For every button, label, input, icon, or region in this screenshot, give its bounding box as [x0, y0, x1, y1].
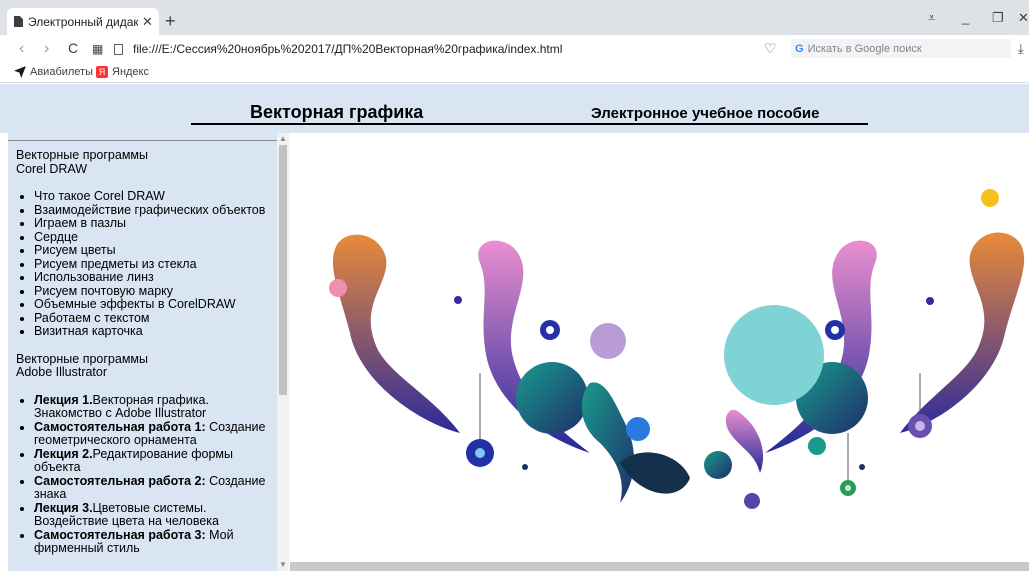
corel-lesson-link[interactable]: Визитная карточка [34, 324, 278, 339]
right-orange-swirl [900, 232, 1025, 433]
left-orange-swirl [332, 234, 460, 433]
forward-button[interactable]: › [44, 40, 49, 58]
plane-icon [14, 66, 26, 78]
pink-dot [329, 279, 347, 297]
green-ring-core [845, 485, 851, 491]
corel-lesson-link[interactable]: Работаем с текстом [34, 311, 278, 326]
page-icon [114, 43, 123, 55]
tiny-dot-1 [454, 296, 462, 304]
download-icon[interactable]: ⤓ [1018, 41, 1024, 57]
corel-lesson-link[interactable]: Рисуем предметы из стекла [34, 257, 278, 272]
document-icon [14, 16, 23, 27]
page-subtitle: Электронное учебное пособие [591, 105, 820, 122]
reload-button[interactable]: C [68, 40, 78, 56]
section-heading-line: Corel DRAW [16, 161, 88, 176]
center-dark-blob [620, 452, 690, 494]
illustrator-lesson-link[interactable]: Самостоятельная работа 2: Создание знака [34, 473, 278, 502]
page-title: Векторная графика [250, 102, 424, 122]
yellow-dot [981, 189, 999, 207]
small-teal-ball-2 [808, 437, 826, 455]
purple-ring-bottom [744, 493, 760, 509]
illustrator-lesson-link[interactable]: Лекция 1.Векторная графика. Знакомство с… [34, 392, 278, 421]
small-blue-ball [626, 417, 650, 441]
tiny-dot-4 [859, 464, 865, 470]
favorite-heart-icon[interactable]: ♡ [764, 40, 777, 57]
illustrator-lesson-list: Лекция 1.Векторная графика. Знакомство с… [34, 392, 278, 556]
corel-lesson-link[interactable]: Взаимодействие графических объектов [34, 203, 278, 218]
corel-lesson-link[interactable]: Играем в пазлы [34, 216, 278, 231]
search-placeholder: Искать в Google поиск [807, 42, 922, 55]
sidebar-content: Векторные программы Corel DRAW Что такое… [16, 148, 278, 570]
lesson-number: Лекция 2. [34, 446, 93, 461]
google-icon: G [795, 42, 804, 55]
corel-lesson-list: Что такое Corel DRAWВзаимодействие графи… [34, 189, 278, 339]
decorative-illustration [329, 189, 1025, 509]
bookmark-label: Авиабилеты [30, 66, 94, 78]
section-heading-corel: Векторные программы Corel DRAW [16, 148, 278, 176]
center-teal-swirl [581, 382, 635, 503]
tab-search-icon[interactable]: ⩡ [928, 10, 935, 26]
corel-lesson-link[interactable]: Что такое Corel DRAW [34, 189, 278, 204]
header-underline [191, 123, 868, 125]
corel-lesson-link[interactable]: Рисуем почтовую марку [34, 284, 278, 299]
corel-lesson-link[interactable]: Рисуем цветы [34, 243, 278, 258]
lesson-number: Самостоятельная работа 2: [34, 473, 206, 488]
corel-lesson-link[interactable]: Сердце [34, 230, 278, 245]
corel-lesson-link[interactable]: Объемные эффекты в CorelDRAW [34, 297, 278, 312]
light-teal-circle [724, 305, 824, 405]
illustrator-lesson-link[interactable]: Самостоятельная работа 3: Мой фирменный … [34, 527, 278, 556]
main-content [290, 133, 1029, 571]
bookmark-label: Яндекс [112, 66, 149, 78]
minimize-button[interactable]: _ [962, 10, 969, 25]
sidebar-nav: Векторные программы Corel DRAW Что такое… [8, 133, 286, 571]
new-tab-button[interactable]: + [165, 11, 176, 32]
illustrator-lesson-link[interactable]: Самостоятельная работа 1: Создание геоме… [34, 419, 278, 448]
scroll-thumb[interactable] [279, 145, 287, 395]
scroll-up-icon[interactable]: ▲ [279, 134, 287, 143]
corel-lesson-link[interactable]: Использование линз [34, 270, 278, 285]
lesson-number: Самостоятельная работа 3: [34, 527, 206, 542]
section-heading-line: Adobe Illustrator [16, 365, 108, 379]
lesson-number: Лекция 1. [34, 392, 93, 407]
bookmark-yandex[interactable]: Я Яндекс [96, 66, 149, 78]
browser-tab-strip: Электронный дидактичес ✕ + ⩡ _ ❐ ✕ [0, 0, 1029, 35]
illustrator-lesson-link[interactable]: Лекция 2.Редактирование формы объекта [34, 446, 278, 475]
tiny-dot-3 [522, 464, 528, 470]
restore-button[interactable]: ❐ [992, 10, 1004, 26]
lesson-number: Самостоятельная работа 1: [34, 419, 206, 434]
lilac-circle [590, 323, 626, 359]
browser-tab[interactable]: Электронный дидактичес ✕ [7, 8, 159, 35]
back-button[interactable]: ‹ [19, 40, 24, 58]
close-window-button[interactable]: ✕ [1018, 10, 1029, 26]
teal-circle-left [516, 362, 588, 434]
sidebar-divider [8, 140, 278, 141]
page-header: Векторная графика Электронное учебное по… [0, 84, 1029, 133]
sidebar-scrollbar[interactable]: ▲ ▼ [277, 133, 289, 571]
section-heading-illustrator: Векторные программы Adobe Illustrator [16, 351, 278, 380]
horizontal-scrollbar[interactable] [290, 562, 1029, 571]
lesson-number: Лекция 3. [34, 500, 93, 515]
url-text: file:///E:/Сессия%20ноябрь%202017/ДП%20В… [133, 42, 563, 56]
blue-ring-right-core [831, 326, 839, 334]
illustrator-lesson-link[interactable]: Лекция 3.Цветовые системы. Воздействие ц… [34, 500, 278, 529]
yandex-icon: Я [96, 66, 108, 78]
tab-title: Электронный дидактичес [28, 14, 138, 29]
bookmarks-bar: Авиабилеты Я Яндекс [0, 63, 1029, 83]
scroll-down-icon[interactable]: ▼ [279, 560, 287, 569]
address-bar[interactable]: file:///E:/Сессия%20ноябрь%202017/ДП%20В… [114, 38, 784, 60]
small-teal-ball [704, 451, 732, 479]
apps-grid-icon[interactable]: ▦ [92, 42, 103, 56]
close-tab-icon[interactable]: ✕ [142, 14, 153, 30]
purple-ring-right-core [915, 421, 925, 431]
section-heading-line: Векторные программы [16, 148, 149, 162]
section-heading-line: Векторные программы [16, 351, 149, 366]
bookmark-flights[interactable]: Авиабилеты [14, 66, 93, 78]
search-input[interactable]: G Искать в Google поиск [791, 39, 1011, 58]
blue-ring-left-core [546, 326, 554, 334]
tiny-dot-2 [926, 297, 934, 305]
blue-ring-lower-left-core [475, 448, 485, 458]
